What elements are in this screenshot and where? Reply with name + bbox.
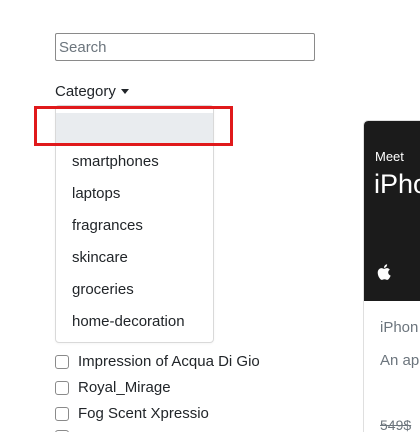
dropdown-item-groceries[interactable]: groceries [56, 274, 213, 306]
product-description: An ap apple [380, 352, 420, 369]
filter-checkbox-row[interactable]: Impression of Acqua Di Gio [55, 353, 260, 370]
dropdown-item-laptops[interactable]: laptops [56, 178, 213, 210]
category-dropdown-menu: smartphones laptops fragrances skincare … [55, 105, 214, 343]
checkbox[interactable] [55, 354, 69, 369]
filter-checkbox-row[interactable]: Royal_Mirage [55, 379, 171, 396]
dropdown-item-blank[interactable] [56, 113, 213, 145]
category-dropdown-toggle[interactable]: Category [55, 83, 129, 100]
product-card[interactable]: Meet iPho iPhon An ap apple 549$ [363, 120, 420, 432]
product-price: 549$ [380, 417, 412, 432]
checkbox[interactable] [55, 406, 69, 421]
filter-checkbox-row[interactable]: Fog Scent Xpressio [55, 405, 209, 422]
dropdown-item-skincare[interactable]: skincare [56, 242, 213, 274]
image-big-text: iPho [374, 169, 420, 199]
image-small-text: Meet [375, 149, 404, 164]
caret-down-icon [120, 89, 129, 94]
product-title: iPhon [380, 319, 419, 336]
filter-checkbox-label: Royal_Mirage [78, 379, 171, 396]
category-label: Category [55, 83, 116, 100]
filter-checkbox-label: Fog Scent Xpressio [78, 405, 209, 422]
checkbox[interactable] [55, 380, 69, 395]
filter-checkbox-label: Impression of Acqua Di Gio [78, 353, 260, 370]
search-input[interactable] [55, 33, 315, 61]
dropdown-item-fragrances[interactable]: fragrances [56, 210, 213, 242]
apple-logo-icon [377, 264, 391, 280]
dropdown-item-smartphones[interactable]: smartphones [56, 146, 213, 178]
product-image: Meet iPho [364, 121, 420, 301]
dropdown-item-home-decoration[interactable]: home-decoration [56, 306, 213, 338]
page: Category Impression of Acqua Di Gio Roya… [0, 0, 420, 432]
